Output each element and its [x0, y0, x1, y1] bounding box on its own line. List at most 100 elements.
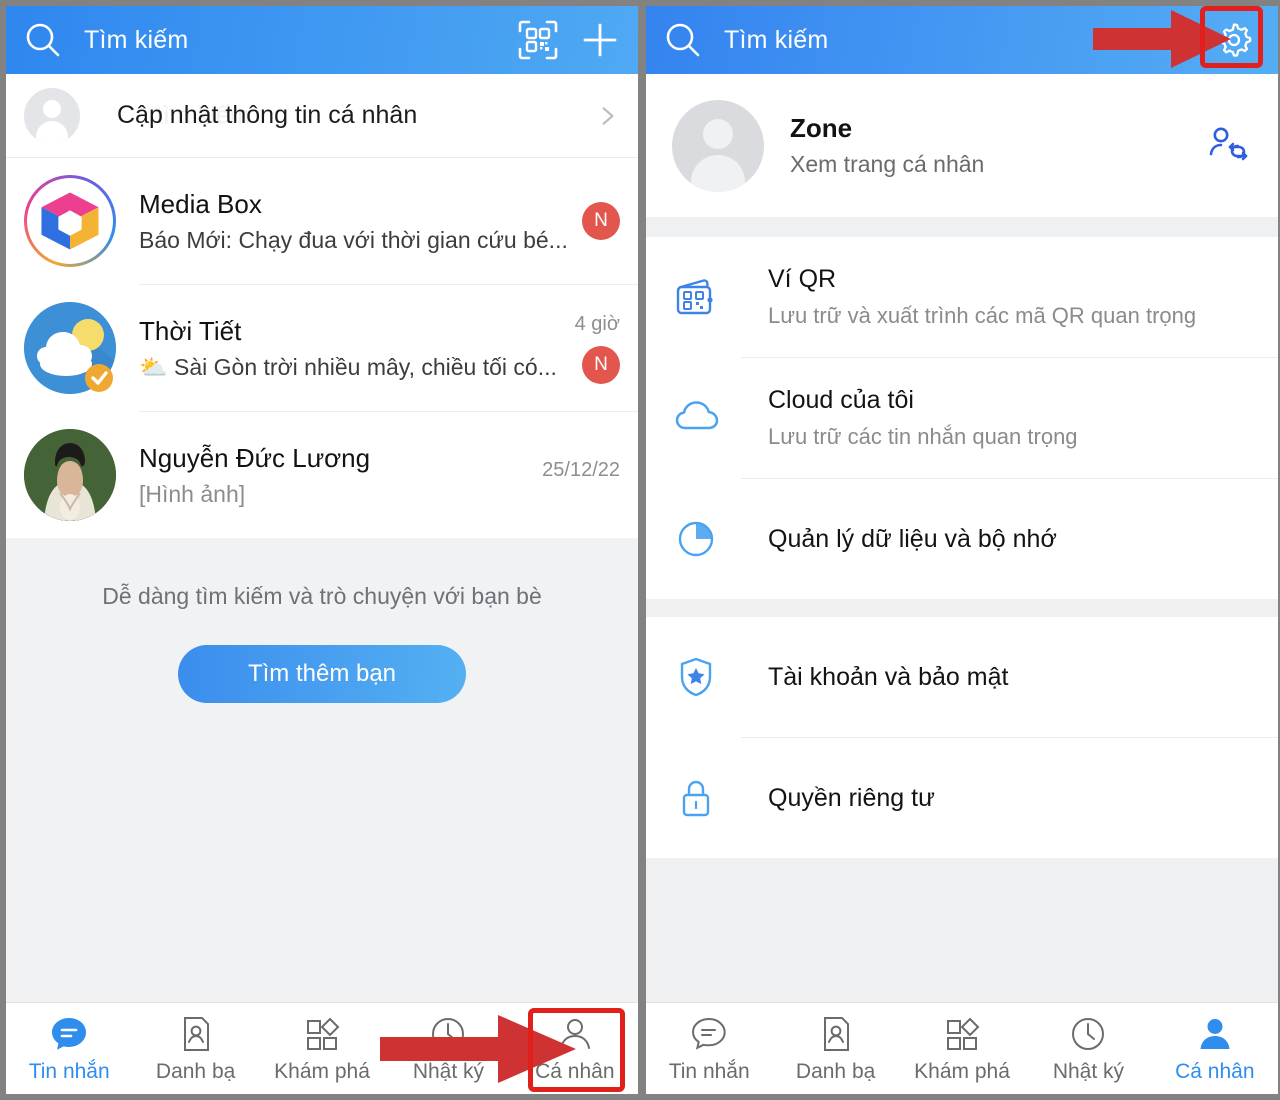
gear-icon[interactable] [1212, 18, 1256, 62]
contacts-card-icon [175, 1013, 217, 1055]
tab-kham-pha[interactable]: Khám phá [259, 1003, 385, 1094]
tab-label: Khám phá [274, 1060, 370, 1083]
settings-item-vi-qr[interactable]: Ví QR Lưu trữ và xuất trình các mã QR qu… [646, 237, 1278, 357]
discover-grid-icon [301, 1013, 343, 1055]
settings-item-text: Cloud của tôi Lưu trữ các tin nhắn quan … [768, 386, 1252, 450]
cloud-icon [672, 394, 720, 442]
conversation-row[interactable]: Media Box Báo Mới: Chạy đua với thời gia… [6, 158, 638, 284]
search-icon[interactable] [22, 19, 64, 61]
empty-state-hint: Dễ dàng tìm kiếm và trò chuyện với bạn b… [102, 583, 542, 609]
conversation-text: Nguyễn Đức Lương [Hình ảnh] [139, 443, 532, 508]
avatar-placeholder-icon [24, 87, 80, 144]
conversation-time: 4 giờ [574, 312, 620, 335]
tab-label: Nhật ký [412, 1060, 485, 1083]
tab-ca-nhan[interactable]: Cá nhân [512, 1003, 638, 1094]
tab-ca-nhan[interactable]: Cá nhân [1152, 1003, 1278, 1094]
empty-state: Dễ dàng tìm kiếm và trò chuyện với bạn b… [6, 538, 638, 1002]
conversation-preview: Báo Mới: Chạy đua với thời gian cứu bé..… [139, 226, 568, 253]
tab-tin-nhan[interactable]: Tin nhắn [646, 1003, 772, 1094]
tab-label: Danh bạ [795, 1060, 876, 1083]
tab-label: Cá nhân [1175, 1060, 1255, 1083]
chat-bubble-icon [688, 1013, 730, 1055]
settings-item-data-storage[interactable]: Quản lý dữ liệu và bộ nhớ [646, 479, 1278, 599]
left-phone-screen: Tìm kiếm tìm kiếm Cập nhật thông tin cá … [6, 6, 638, 1094]
contacts-card-icon [815, 1013, 857, 1055]
plus-icon[interactable] [578, 18, 622, 62]
tab-nhat-ky[interactable]: Nhật ký [385, 1003, 511, 1094]
contact-photo-avatar [24, 429, 116, 521]
settings-item-cloud[interactable]: Cloud của tôi Lưu trữ các tin nhắn quan … [646, 358, 1278, 478]
page-filler [646, 858, 1278, 1002]
conversation-row[interactable]: Thời Tiết ⛅ Sài Gòn trời nhiều mây, chiề… [6, 285, 638, 411]
lock-icon [672, 774, 720, 822]
settings-item-subtitle: Lưu trữ các tin nhắn quan trọng [768, 424, 1078, 449]
conversation-meta: 4 giờ N [575, 285, 620, 411]
profile-update-label: Cập nhật thông tin cá nhân [117, 101, 418, 129]
settings-item-title: Cloud của tôi [768, 386, 914, 414]
conversation-text: Media Box Báo Mới: Chạy đua với thời gia… [139, 189, 572, 254]
right-bottom-navigation: Tin nhắn Danh bạ Khám phá Nhật ký Cá nhâ… [646, 1002, 1278, 1094]
settings-item-text: Tài khoản và bảo mật [768, 663, 1252, 692]
conversation-name: Thời Tiết [139, 315, 242, 346]
weather-app-icon [24, 302, 116, 394]
tab-nhat-ky[interactable]: Nhật ký [1025, 1003, 1151, 1094]
unread-badge: N [582, 202, 620, 240]
left-appbar: Tìm kiếm [6, 6, 638, 74]
appbar-title: Tìm kiếm [724, 25, 829, 54]
media-box-app-icon [24, 175, 116, 267]
chevron-right-icon [594, 103, 620, 129]
tab-label: Cá nhân [535, 1060, 615, 1083]
conversation-preview: ⛅ Sài Gòn trời nhiều mây, chiều tối có..… [139, 353, 557, 380]
conversation-name: Media Box [139, 188, 262, 219]
settings-item-subtitle: Lưu trữ và xuất trình các mã QR quan trọ… [768, 303, 1197, 328]
profile-text: Zone Xem trang cá nhân [790, 113, 1206, 178]
profile-subtitle: Xem trang cá nhân [790, 151, 985, 177]
settings-item-text: Quản lý dữ liệu và bộ nhớ [768, 525, 1252, 554]
conversation-time: 25/12/22 [542, 458, 620, 481]
avatar-placeholder-icon [672, 99, 764, 192]
settings-item-title: Ví QR [768, 265, 837, 293]
find-more-friends-button[interactable]: Tìm thêm bạn [178, 645, 466, 703]
unread-badge: N [582, 345, 620, 384]
section-gap [646, 599, 1278, 617]
person-icon [1194, 1013, 1236, 1055]
conversation-name: Nguyễn Đức Lương [139, 442, 371, 473]
settings-item-title: Quản lý dữ liệu và bộ nhớ [768, 524, 1057, 553]
tab-danh-ba[interactable]: Danh bạ [132, 1003, 258, 1094]
tab-kham-pha[interactable]: Khám phá [899, 1003, 1025, 1094]
tab-label: Tin nhắn [668, 1060, 750, 1083]
tab-label: Nhật ký [1052, 1060, 1125, 1083]
settings-item-text: Ví QR Lưu trữ và xuất trình các mã QR qu… [768, 265, 1252, 329]
clock-icon [427, 1013, 469, 1055]
conversation-row[interactable]: Nguyễn Đức Lương [Hình ảnh] 25/12/22 [6, 412, 638, 538]
section-gap [646, 217, 1278, 237]
settings-item-text: Quyền riêng tư [768, 784, 1252, 813]
conversation-meta: 25/12/22 [542, 412, 620, 538]
settings-item-title: Tài khoản và bảo mật [768, 662, 1009, 691]
pie-chart-icon [672, 515, 720, 563]
settings-item-account-security[interactable]: Tài khoản và bảo mật [646, 617, 1278, 737]
switch-account-icon[interactable] [1206, 123, 1252, 169]
left-bottom-navigation: Tin nhắn Danh bạ Khám phá Nhật ký Cá nhâ… [6, 1002, 638, 1094]
conversation-preview: [Hình ảnh] [139, 480, 246, 507]
shield-star-icon [672, 653, 720, 701]
right-appbar: Tìm kiếm [646, 6, 1278, 74]
profile-name: Zone [790, 113, 853, 143]
chat-bubble-icon [48, 1013, 90, 1055]
search-icon[interactable] [662, 19, 704, 61]
tab-danh-ba[interactable]: Danh bạ [772, 1003, 898, 1094]
tab-label: Tin nhắn [28, 1060, 110, 1083]
conversation-meta: N [582, 158, 620, 284]
profile-row[interactable]: Zone Xem trang cá nhân [646, 74, 1278, 217]
qr-scan-icon[interactable] [516, 18, 560, 62]
tab-tin-nhan[interactable]: Tin nhắn [6, 1003, 132, 1094]
settings-item-privacy[interactable]: Quyền riêng tư [646, 738, 1278, 858]
screenshot-stage: Tìm kiếm tìm kiếm Cập nhật thông tin cá … [0, 0, 1280, 1100]
settings-item-title: Quyền riêng tư [768, 783, 935, 812]
clock-icon [1067, 1013, 1109, 1055]
profile-update-row[interactable]: tìm kiếm Cập nhật thông tin cá nhân [6, 74, 638, 158]
qr-wallet-icon [672, 273, 720, 321]
right-phone-screen: Tìm kiếm Zone Xem trang cá nhân Ví QR Lư… [646, 6, 1278, 1094]
person-icon [554, 1013, 596, 1055]
discover-grid-icon [941, 1013, 983, 1055]
